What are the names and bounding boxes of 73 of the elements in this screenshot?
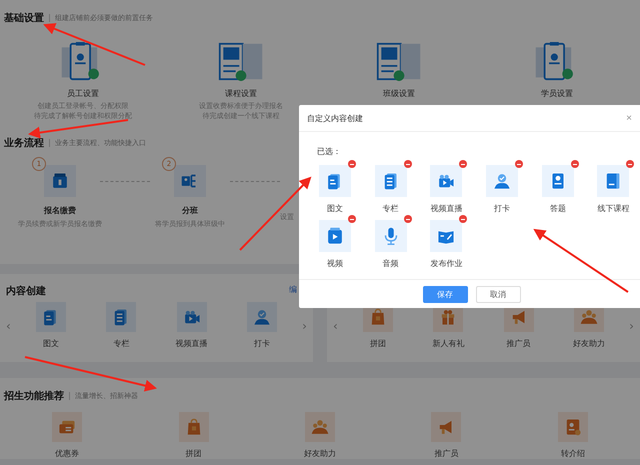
content-label: 发布作业	[430, 258, 462, 269]
content-icon-tile[interactable]	[374, 220, 407, 252]
feature-label: 新人有礼	[432, 338, 464, 349]
next-arrow[interactable]: ›	[629, 318, 634, 332]
content-icon-tile[interactable]	[319, 165, 351, 197]
content-icon-tile[interactable]	[430, 220, 462, 252]
feature-icon-tile[interactable]	[246, 302, 277, 332]
feature-label: 拼团	[186, 448, 202, 459]
setup-title[interactable]: 员工设置	[67, 88, 99, 99]
feature-label: 拼团	[370, 338, 386, 349]
content-icon-tile[interactable]	[430, 165, 462, 197]
selected-label: 已选：	[317, 146, 342, 157]
setup-title[interactable]: 班级设置	[383, 88, 415, 99]
feature-label: 推广员	[506, 338, 531, 349]
section-title: 业务流程	[4, 136, 44, 150]
feature-label: 转介绍	[560, 448, 585, 459]
setup-title[interactable]: 学员设置	[541, 88, 573, 99]
feature-icon-tile[interactable]	[52, 412, 82, 442]
content-label: 视频直播	[430, 203, 462, 214]
remove-icon[interactable]	[459, 160, 468, 168]
feature-label: 专栏	[113, 338, 130, 349]
remove-icon[interactable]	[348, 160, 356, 168]
content-icon-tile[interactable]	[486, 165, 518, 197]
content-label: 打卡	[494, 203, 510, 214]
feature-icon-tile[interactable]	[106, 302, 136, 332]
content-label: 线下课程	[597, 203, 630, 214]
feature-label: 视频直播	[176, 338, 208, 349]
edit-link[interactable]: 编	[289, 284, 297, 298]
step-title: 报名缴费	[44, 205, 76, 216]
remove-icon[interactable]	[404, 215, 412, 223]
previous-arrow[interactable]: ‹	[333, 318, 338, 332]
feature-label: 优惠券	[55, 448, 80, 459]
remove-icon[interactable]	[515, 160, 524, 168]
step-title: 分班	[182, 205, 198, 216]
setup-title[interactable]: 课程设置	[225, 88, 257, 99]
feature-icon-tile[interactable]	[304, 412, 335, 442]
remove-icon[interactable]	[348, 215, 356, 223]
step-icon-tile[interactable]	[44, 165, 76, 197]
content-icon-tile[interactable]	[597, 165, 630, 197]
section-title: 内容创建	[6, 284, 46, 298]
section-title: 招生功能推荐	[4, 390, 64, 403]
content-label: 视频	[327, 258, 343, 269]
content-label: 专栏	[382, 203, 399, 214]
content-label: 图文	[327, 203, 343, 214]
content-label: 答题	[550, 203, 566, 214]
feature-icon-tile[interactable]	[178, 412, 209, 442]
feature-label: 图文	[43, 338, 60, 349]
feature-icon-tile[interactable]	[176, 302, 207, 332]
picture-form-drawing	[376, 42, 422, 81]
feature-icon-tile[interactable]	[558, 412, 588, 442]
feature-label: 好友助力	[304, 448, 336, 459]
feature-label: 推广员	[434, 448, 458, 459]
remove-icon[interactable]	[570, 160, 579, 168]
content-icon-tile[interactable]	[542, 165, 574, 197]
content-icon-tile[interactable]	[319, 220, 351, 252]
close-button[interactable]: ×	[626, 112, 636, 124]
remove-icon[interactable]	[459, 215, 468, 223]
section-title: 基础设置	[4, 12, 44, 25]
next-arrow[interactable]: ›	[302, 318, 307, 332]
remove-icon[interactable]	[404, 160, 412, 168]
feature-icon-tile[interactable]	[431, 412, 462, 442]
picture-form-drawing	[218, 42, 264, 81]
cancel-button[interactable]: 取消	[476, 286, 520, 302]
remove-icon[interactable]	[626, 160, 634, 168]
dialog-title: 自定义内容创建	[307, 112, 363, 124]
feature-icon-tile[interactable]	[36, 302, 66, 332]
step-icon-tile[interactable]	[174, 165, 206, 197]
content-label: 音频	[382, 258, 399, 269]
feature-label: 打卡	[254, 338, 270, 349]
save-button[interactable]: 保存	[422, 286, 468, 302]
feature-label: 好友助力	[572, 338, 605, 349]
previous-arrow[interactable]: ‹	[6, 318, 11, 332]
content-icon-tile[interactable]	[374, 165, 407, 197]
